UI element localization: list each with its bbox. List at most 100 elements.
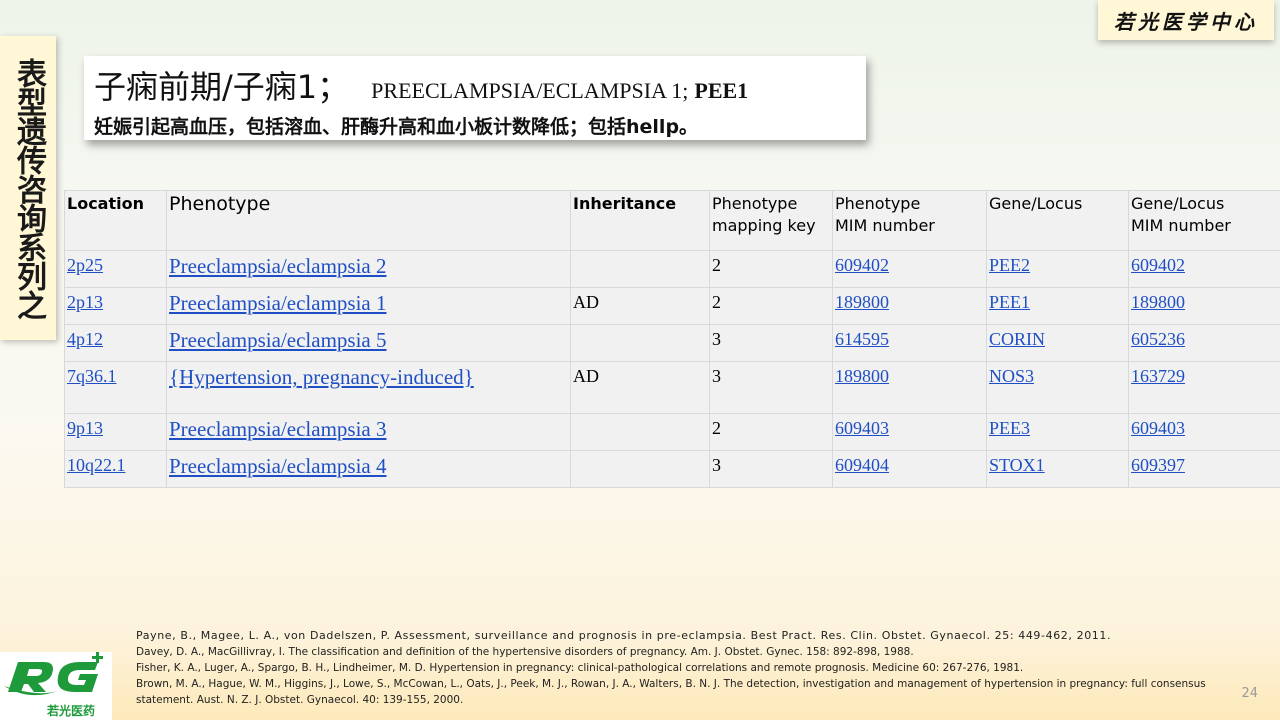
phenotype-mim-link[interactable]: 189800	[835, 292, 889, 312]
mapping-key-cell: 2	[709, 413, 833, 451]
header-mapping-key-line2: mapping key	[712, 216, 816, 235]
phenotype-mim-link[interactable]: 609403	[835, 418, 889, 438]
table-row: 2p13 Preeclampsia/eclampsia 1 AD 2 18980…	[64, 287, 1280, 325]
gene-link[interactable]: PEE3	[989, 418, 1030, 438]
rg-logo-icon	[4, 652, 103, 696]
reference-item: Davey, D. A., MacGillivray, I. The class…	[136, 646, 914, 658]
phenotype-mim-cell: 189800	[832, 287, 987, 325]
inheritance-cell: AD	[570, 287, 710, 325]
inheritance-cell: AD	[570, 361, 710, 414]
header-mapping-key-line1: Phenotype	[712, 194, 798, 213]
phenotype-cell: Preeclampsia/eclampsia 4	[166, 450, 571, 488]
gene-mim-link[interactable]: 609402	[1131, 255, 1185, 275]
phenotype-mim-link[interactable]: 609404	[835, 455, 889, 475]
header-phenotype-mim-line1: Phenotype	[835, 194, 921, 213]
gene-cell: PEE3	[986, 413, 1129, 451]
header-mapping-key: Phenotype mapping key	[709, 190, 833, 251]
phenotype-cell: Preeclampsia/eclampsia 3	[166, 413, 571, 451]
reference-item: Payne, B., Magee, L. A., von Dadelszen, …	[136, 629, 1112, 642]
gene-cell: PEE2	[986, 250, 1129, 288]
reference-item: Brown, M. A., Hague, W. M., Higgins, J.,…	[136, 678, 1206, 706]
gene-mim-link[interactable]: 189800	[1131, 292, 1185, 312]
header-gene-mim-line1: Gene/Locus	[1131, 194, 1225, 213]
gene-link[interactable]: STOX1	[989, 455, 1045, 475]
phenotype-link[interactable]: Preeclampsia/eclampsia 4	[169, 454, 387, 478]
phenotype-link[interactable]: Preeclampsia/eclampsia 3	[169, 417, 387, 441]
header-location: Location	[64, 190, 167, 251]
logo-caption: 若光医药	[46, 704, 95, 718]
series-banner: 表型遗传咨询系列之	[0, 36, 56, 340]
inheritance-cell	[570, 250, 710, 288]
header-phenotype-mim-line2: MIM number	[835, 216, 935, 235]
gene-link[interactable]: CORIN	[989, 329, 1045, 349]
header-inheritance: Inheritance	[570, 190, 710, 251]
location-link[interactable]: 9p13	[67, 418, 103, 438]
phenotype-link[interactable]: {Hypertension, pregnancy-induced}	[169, 365, 474, 389]
table-row: 10q22.1 Preeclampsia/eclampsia 4 3 60940…	[64, 450, 1280, 488]
phenotype-mim-cell: 614595	[832, 324, 987, 362]
header-phenotype-mim: Phenotype MIM number	[832, 190, 987, 251]
phenotype-link[interactable]: Preeclampsia/eclampsia 5	[169, 328, 387, 352]
gene-link[interactable]: PEE1	[989, 292, 1030, 312]
header-gene-mim-line2: MIM number	[1131, 216, 1231, 235]
inheritance-cell	[570, 450, 710, 488]
gene-link[interactable]: PEE2	[989, 255, 1030, 275]
phenotype-mim-link[interactable]: 609402	[835, 255, 889, 275]
gene-mim-link[interactable]: 609403	[1131, 418, 1185, 438]
phenotype-mim-link[interactable]: 614595	[835, 329, 889, 349]
phenotype-link[interactable]: Preeclampsia/eclampsia 1	[169, 291, 387, 315]
gene-mim-cell: 189800	[1128, 287, 1280, 325]
location-link[interactable]: 10q22.1	[67, 455, 126, 475]
location-cell: 7q36.1	[64, 361, 167, 414]
table-row: 9p13 Preeclampsia/eclampsia 3 2 609403 P…	[64, 413, 1280, 451]
phenotype-cell: Preeclampsia/eclampsia 5	[166, 324, 571, 362]
phenotype-link[interactable]: Preeclampsia/eclampsia 2	[169, 254, 387, 278]
gene-cell: NOS3	[986, 361, 1129, 414]
gene-mim-cell: 609402	[1128, 250, 1280, 288]
header-gene-locus: Gene/Locus	[986, 190, 1129, 251]
location-link[interactable]: 2p25	[67, 255, 103, 275]
phenotype-cell: Preeclampsia/eclampsia 1	[166, 287, 571, 325]
gene-cell: CORIN	[986, 324, 1129, 362]
title-english: PREECLAMPSIA/ECLAMPSIA 1;	[371, 78, 689, 103]
gene-mim-cell: 609397	[1128, 450, 1280, 488]
inheritance-cell	[570, 324, 710, 362]
phenotype-mim-cell: 609404	[832, 450, 987, 488]
table-row: 2p25 Preeclampsia/eclampsia 2 2 609402 P…	[64, 250, 1280, 288]
table-row: 4p12 Preeclampsia/eclampsia 5 3 614595 C…	[64, 324, 1280, 362]
header-gene-mim: Gene/Locus MIM number	[1128, 190, 1280, 251]
table-header-row: Location Phenotype Inheritance Phenotype…	[64, 190, 1280, 251]
table-row: 7q36.1 {Hypertension, pregnancy-induced}…	[64, 361, 1280, 414]
phenotype-mim-link[interactable]: 189800	[835, 366, 889, 386]
gene-mim-cell: 609403	[1128, 413, 1280, 451]
slide-title-box: 子痫前期/子痫1； PREECLAMPSIA/ECLAMPSIA 1; PEE1…	[84, 56, 866, 140]
location-cell: 2p25	[64, 250, 167, 288]
slide-title: 子痫前期/子痫1； PREECLAMPSIA/ECLAMPSIA 1; PEE1	[94, 62, 856, 108]
location-link[interactable]: 2p13	[67, 292, 103, 312]
slide-subtitle: 妊娠引起高血压，包括溶血、肝酶升高和血小板计数降低；包括hellp。	[94, 116, 699, 138]
gene-mim-link[interactable]: 609397	[1131, 455, 1185, 475]
header-phenotype: Phenotype	[166, 190, 571, 251]
mapping-key-cell: 3	[709, 324, 833, 362]
phenotype-cell: Preeclampsia/eclampsia 2	[166, 250, 571, 288]
location-link[interactable]: 7q36.1	[67, 366, 117, 386]
brand-tag: 若光医学中心	[1098, 0, 1274, 40]
gene-link[interactable]: NOS3	[989, 366, 1034, 386]
mapping-key-cell: 3	[709, 361, 833, 414]
location-link[interactable]: 4p12	[67, 329, 103, 349]
mapping-key-cell: 3	[709, 450, 833, 488]
location-cell: 2p13	[64, 287, 167, 325]
location-cell: 10q22.1	[64, 450, 167, 488]
page-number: 24	[1241, 686, 1258, 701]
phenotype-mim-cell: 189800	[832, 361, 987, 414]
gene-mim-cell: 163729	[1128, 361, 1280, 414]
mapping-key-cell: 2	[709, 287, 833, 325]
gene-cell: STOX1	[986, 450, 1129, 488]
gene-mim-link[interactable]: 605236	[1131, 329, 1185, 349]
gene-mim-link[interactable]: 163729	[1131, 366, 1185, 386]
series-banner-text: 表型遗传咨询系列之	[11, 57, 46, 319]
reference-item: Fisher, K. A., Luger, A., Spargo, B. H.,…	[136, 662, 1024, 674]
phenotype-cell: {Hypertension, pregnancy-induced}	[166, 361, 571, 414]
phenotype-mim-cell: 609402	[832, 250, 987, 288]
references: Payne, B., Magee, L. A., von Dadelszen, …	[136, 628, 1246, 708]
